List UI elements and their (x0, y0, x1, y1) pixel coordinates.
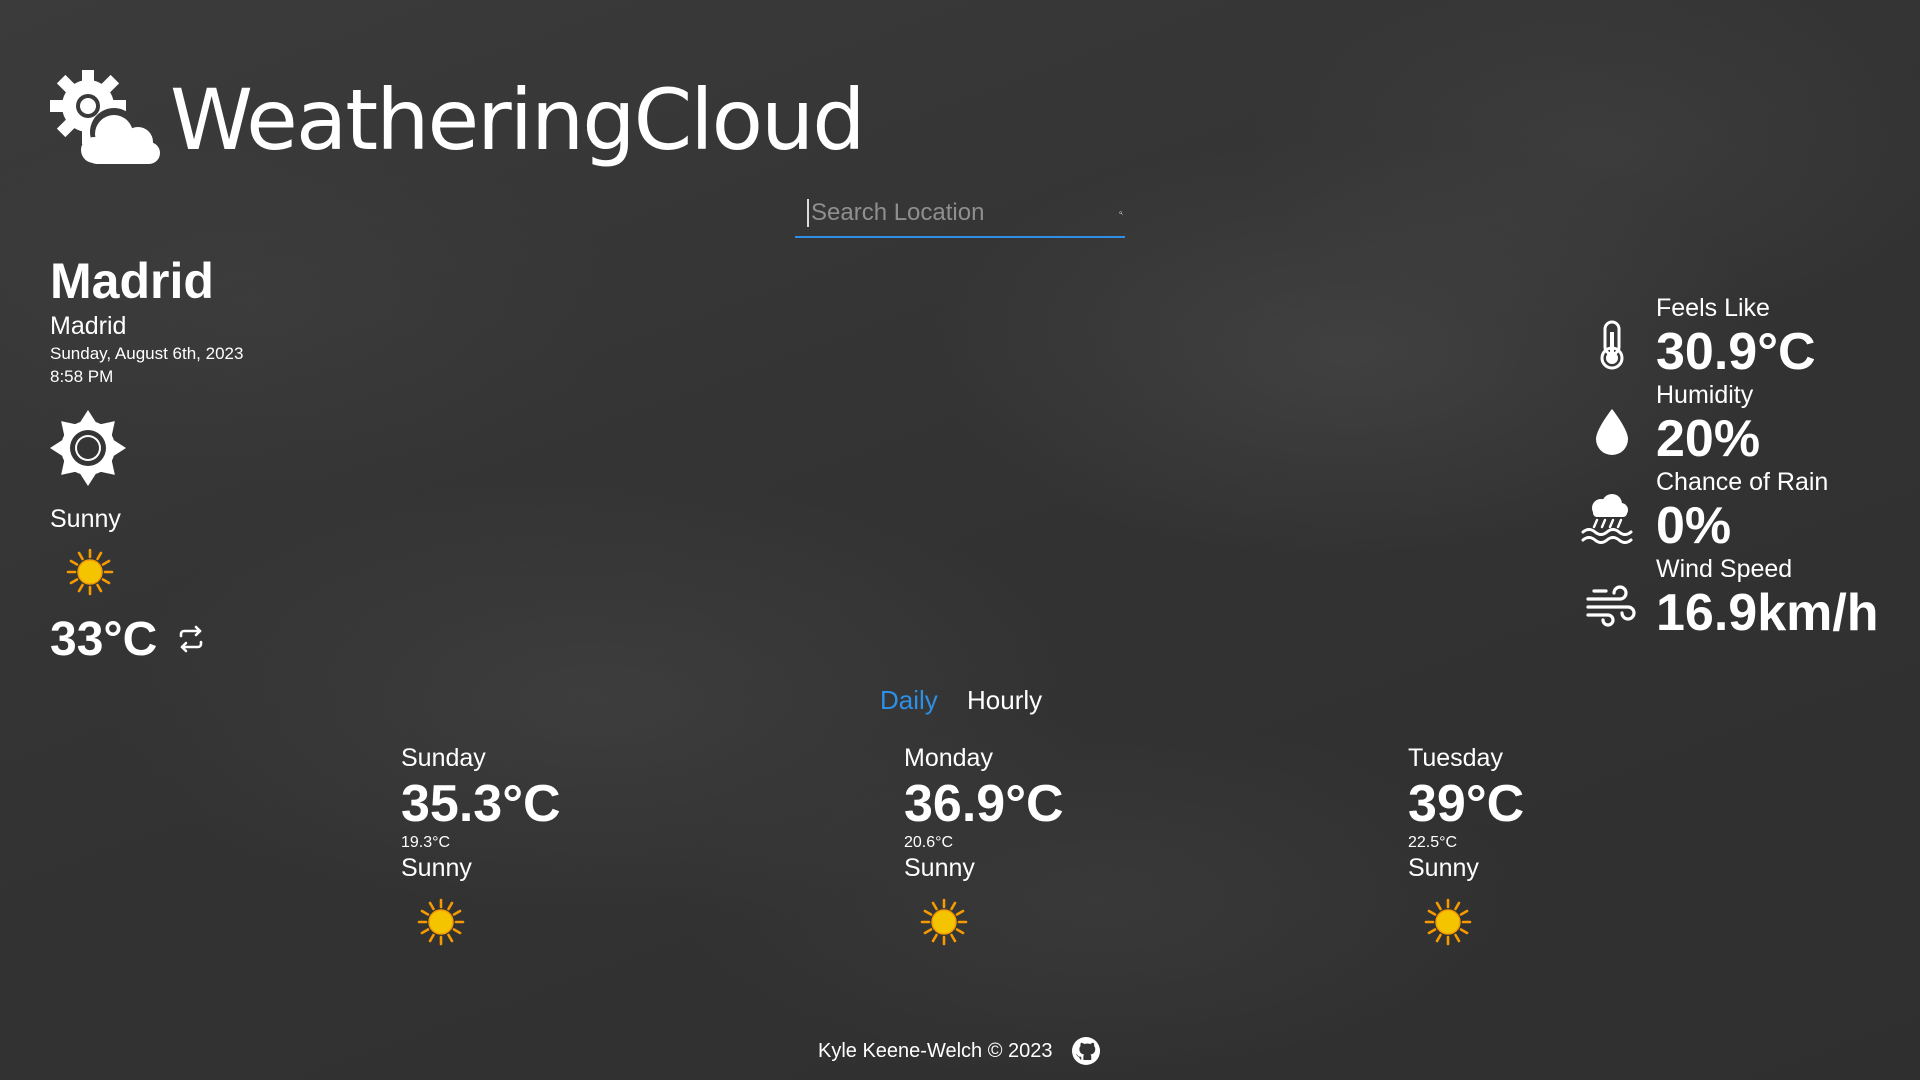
forecast-low: 19.3°C (401, 834, 451, 851)
search-input[interactable] (807, 199, 1119, 227)
stat-value: 20% (1656, 410, 1761, 468)
stat-label: Wind Speed (1656, 555, 1793, 583)
forecast-low: 22.5°C (1408, 834, 1458, 851)
forecast-day-name: Monday (904, 744, 993, 772)
stat-label: Humidity (1656, 381, 1754, 409)
forecast-day: Tuesday 39°C 22.5°C Sunny (1408, 744, 1668, 964)
app-title: WeatheringCloud (170, 71, 866, 169)
forecast-day: Sunday 35.3°C 19.3°C Sunny (401, 744, 661, 964)
tab-daily[interactable]: Daily (880, 685, 938, 716)
wind-icon (1586, 585, 1636, 627)
stat-humidity: Humidity 20% (1584, 381, 1914, 469)
rain-cloud-icon (1581, 494, 1633, 544)
forecast-day: Monday 36.9°C 20.6°C Sunny (904, 744, 1164, 964)
current-date: Sunday, August 6th, 2023 (50, 344, 244, 363)
region-name: Madrid (50, 312, 127, 340)
stat-value: 30.9°C (1656, 323, 1816, 381)
stat-label: Chance of Rain (1656, 468, 1829, 496)
stat-value: 0% (1656, 497, 1732, 555)
stat-chance-of-rain: Chance of Rain 0% (1581, 468, 1914, 556)
footer-credit: Kyle Keene-Welch © 2023 (818, 1039, 1053, 1062)
droplet-icon (1596, 409, 1628, 455)
city-name: Madrid (50, 253, 214, 309)
unit-toggle-icon[interactable] (176, 624, 206, 654)
current-temperature: 33°C (50, 613, 158, 666)
forecast-low: 20.6°C (904, 834, 954, 851)
forecast-high: 36.9°C (904, 775, 1064, 833)
sun-outline-icon (50, 410, 126, 486)
search-bar (795, 190, 1125, 238)
tab-hourly[interactable]: Hourly (967, 685, 1042, 716)
app-logo: WeatheringCloud (48, 70, 866, 170)
sunny-icon (920, 898, 968, 946)
condition-text: Sunny (50, 505, 121, 533)
stat-wind-speed: Wind Speed 16.9km/h (1584, 555, 1914, 643)
github-icon[interactable] (1071, 1036, 1101, 1066)
thermometer-icon (1600, 320, 1624, 370)
stat-label: Feels Like (1656, 294, 1770, 322)
sunny-icon (66, 548, 114, 596)
forecast-condition: Sunny (1408, 854, 1479, 882)
forecast-high: 39°C (1408, 775, 1525, 833)
stat-value: 16.9km/h (1656, 584, 1879, 642)
current-time: 8:58 PM (50, 367, 114, 386)
forecast-high: 35.3°C (401, 775, 561, 833)
forecast-day-name: Sunday (401, 744, 486, 772)
forecast-day-name: Tuesday (1408, 744, 1503, 772)
search-icon[interactable] (1119, 198, 1123, 228)
forecast-condition: Sunny (401, 854, 472, 882)
sunny-icon (417, 898, 465, 946)
forecast-condition: Sunny (904, 854, 975, 882)
stat-feels-like: Feels Like 30.9°C (1584, 294, 1914, 382)
sunny-icon (1424, 898, 1472, 946)
sun-cloud-logo-icon (50, 70, 164, 170)
footer: Kyle Keene-Welch © 2023 (818, 1036, 1101, 1066)
